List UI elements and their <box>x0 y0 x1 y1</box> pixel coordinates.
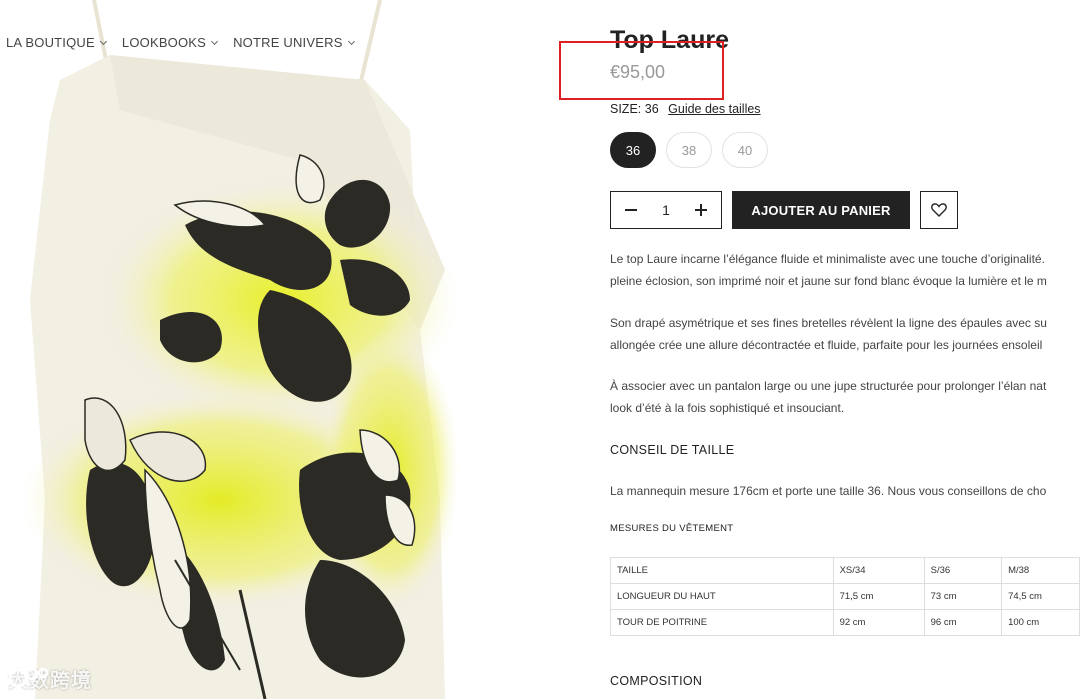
table-cell: TOUR DE POITRINE <box>610 609 834 636</box>
description-paragraph-2: Son drapé asymétrique et ses fines brete… <box>610 312 1080 356</box>
description-paragraph-1: Le top Laure incarne l’élégance fluide e… <box>610 248 1080 292</box>
table-row: TOUR DE POITRINE 92 cm 96 cm 100 cm <box>610 609 1080 636</box>
table-cell: LONGUEUR DU HAUT <box>610 583 834 610</box>
size-advice-text: La mannequin mesure 176cm et porte une t… <box>610 484 1047 498</box>
size-advice-title: CONSEIL DE TAILLE <box>610 443 735 457</box>
size-guide-link[interactable]: Guide des tailles <box>668 102 760 116</box>
composition-title[interactable]: COMPOSITION <box>610 674 702 688</box>
size-option-36[interactable]: 36 <box>610 132 656 168</box>
table-cell: 74,5 cm <box>1001 583 1080 610</box>
table-cell: 73 cm <box>923 583 1003 610</box>
quantity-stepper: 1 <box>610 191 722 229</box>
add-to-cart-button[interactable]: AJOUTER AU PANIER <box>732 191 910 229</box>
buy-row: 1 AJOUTER AU PANIER <box>610 191 958 229</box>
description-line: Son drapé asymétrique et ses fines brete… <box>610 316 1047 330</box>
table-cell: 92 cm <box>832 609 925 636</box>
chevron-down-icon <box>211 37 219 45</box>
watermark-logo-icon <box>8 667 49 688</box>
description-line: look d’été à la fois sophistiqué et inso… <box>610 401 845 415</box>
table-header-cell: TAILLE <box>610 557 834 584</box>
chevron-down-icon <box>99 37 107 45</box>
main-nav: LA BOUTIQUE LOOKBOOKS NOTRE UNIVERS <box>6 35 355 50</box>
size-value: 36 <box>644 102 659 116</box>
wishlist-button[interactable] <box>920 191 958 229</box>
size-options: 36 38 40 <box>610 132 768 168</box>
nav-item-label: LA BOUTIQUE <box>6 35 95 50</box>
product-image[interactable]: LA BOUTIQUE LOOKBOOKS NOTRE UNIVERS 大数跨境 <box>0 0 560 699</box>
size-option-40[interactable]: 40 <box>722 132 768 168</box>
description-line: pleine éclosion, son imprimé noir et jau… <box>610 274 1047 288</box>
heart-icon <box>931 203 947 217</box>
minus-icon[interactable] <box>621 200 641 220</box>
product-info: Top Laure €95,00 SIZE: 36 Guide des tail… <box>610 0 1080 699</box>
table-cell: 96 cm <box>923 609 1003 636</box>
measures-title: MESURES DU VÊTEMENT <box>610 523 734 534</box>
description-paragraph-3: À associer avec un pantalon large ou une… <box>610 375 1080 419</box>
plus-icon[interactable] <box>691 200 711 220</box>
table-header-cell: XS/34 <box>832 557 925 584</box>
nav-item-lookbooks[interactable]: LOOKBOOKS <box>121 35 219 50</box>
description-line: À associer avec un pantalon large ou une… <box>610 379 1047 393</box>
nav-item-label: NOTRE UNIVERS <box>233 35 343 50</box>
price-highlight-box <box>559 41 724 100</box>
table-header-cell: M/38 <box>1001 557 1080 584</box>
quantity-value[interactable]: 1 <box>662 202 670 218</box>
table-row: LONGUEUR DU HAUT 71,5 cm 73 cm 74,5 cm <box>610 583 1080 610</box>
size-option-38[interactable]: 38 <box>666 132 712 168</box>
nav-item-la-boutique[interactable]: LA BOUTIQUE <box>6 35 107 50</box>
size-row: SIZE: 36 Guide des tailles <box>610 102 761 116</box>
description-line: Le top Laure incarne l’élégance fluide e… <box>610 252 1045 266</box>
table-header-row: TAILLE XS/34 S/36 M/38 <box>610 557 1080 584</box>
nav-item-label: LOOKBOOKS <box>121 35 207 50</box>
description-line: allongée crée une allure décontractée et… <box>610 338 1043 352</box>
table-cell: 100 cm <box>1001 609 1080 636</box>
table-cell: 71,5 cm <box>832 583 925 610</box>
measures-table: TAILLE XS/34 S/36 M/38 LONGUEUR DU HAUT … <box>610 557 1080 636</box>
watermark: 大数跨境 <box>8 664 92 693</box>
nav-item-notre-univers[interactable]: NOTRE UNIVERS <box>233 35 355 50</box>
table-header-cell: S/36 <box>923 557 1003 584</box>
chevron-down-icon <box>347 37 355 45</box>
top-laure-photo <box>20 0 460 699</box>
size-label: SIZE: <box>610 102 642 116</box>
